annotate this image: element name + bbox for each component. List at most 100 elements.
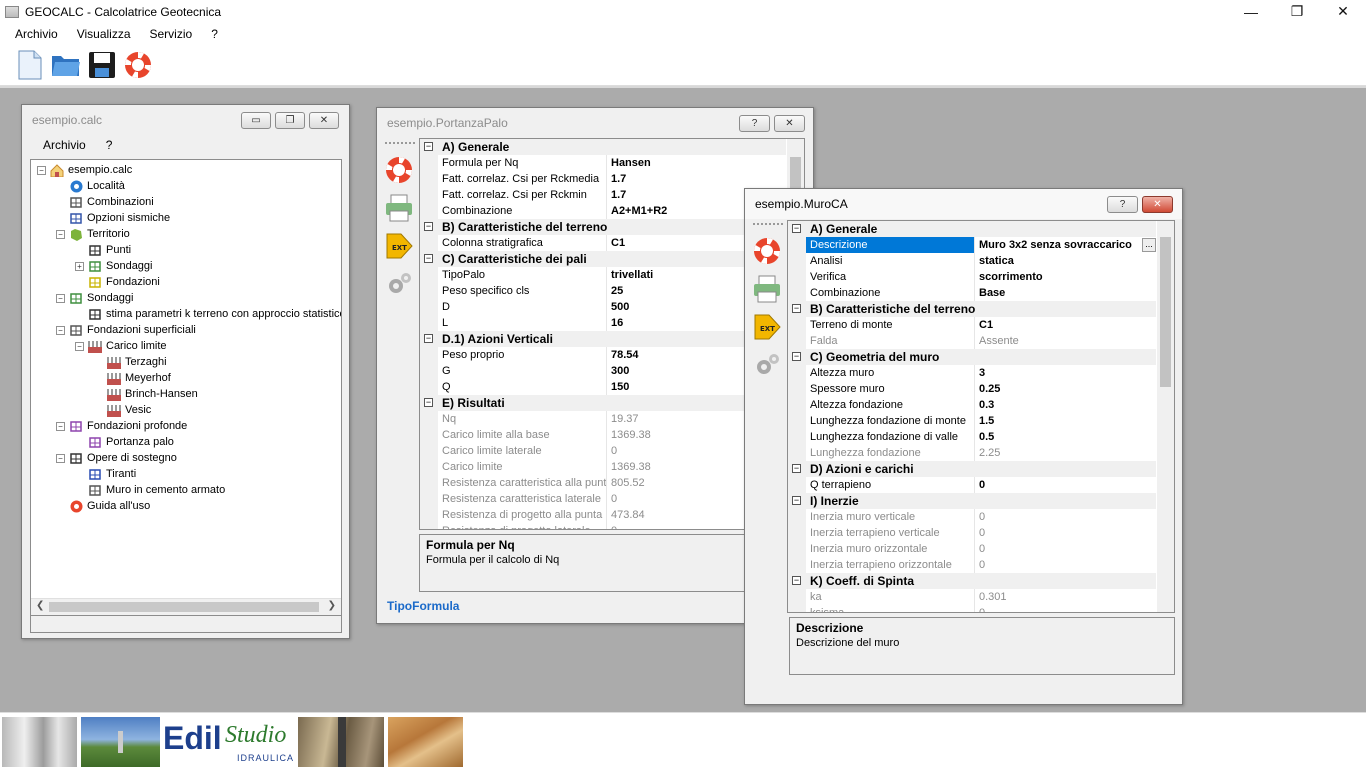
tree-scroll-thumb[interactable] bbox=[49, 602, 319, 612]
property-row[interactable]: Inerzia terrapieno orizzontale 0 bbox=[788, 557, 1156, 573]
property-row[interactable]: Combinazione Base bbox=[788, 285, 1156, 301]
muro-print-tool[interactable] bbox=[751, 273, 783, 305]
tree-expander[interactable]: − bbox=[56, 229, 65, 239]
tree-node[interactable]: − Fondazioni profonde bbox=[56, 418, 187, 434]
property-row[interactable]: Lunghezza fondazione di monte 1.5 bbox=[788, 413, 1156, 429]
property-row[interactable]: Resistenza caratteristica laterale 0 bbox=[420, 491, 786, 507]
property-row[interactable]: L 16 bbox=[420, 315, 786, 331]
property-value[interactable]: Base bbox=[975, 285, 1156, 301]
property-category[interactable]: − A) Generale bbox=[788, 221, 1156, 237]
tree-node[interactable]: Guida all'uso bbox=[56, 498, 150, 514]
property-row[interactable]: Descrizione Muro 3x2 senza sovraccarico..… bbox=[788, 237, 1156, 253]
open-folder-button[interactable] bbox=[50, 50, 81, 81]
category-collapse-icon[interactable]: − bbox=[424, 334, 433, 343]
muro-export-tool[interactable]: EXT bbox=[751, 311, 783, 343]
property-row[interactable]: Altezza fondazione 0.3 bbox=[788, 397, 1156, 413]
property-row[interactable]: Carico limite laterale 0 bbox=[420, 443, 786, 459]
property-category[interactable]: − D) Azioni e carichi bbox=[788, 461, 1156, 477]
tree-node[interactable]: Portanza palo bbox=[75, 434, 174, 450]
property-row[interactable]: Peso specifico cls 25 bbox=[420, 283, 786, 299]
tree-expander[interactable]: − bbox=[75, 341, 84, 351]
palo-export-tool[interactable]: EXT bbox=[383, 230, 415, 262]
property-value[interactable]: 0.5 bbox=[975, 429, 1156, 445]
tree-menu-help[interactable]: ? bbox=[106, 138, 113, 152]
tree-node[interactable]: + Sondaggi bbox=[75, 258, 153, 274]
property-value[interactable]: 0 bbox=[975, 557, 1156, 573]
property-value[interactable]: 0 bbox=[975, 525, 1156, 541]
palo-command-link[interactable]: TipoFormula bbox=[387, 599, 459, 613]
tree-close-button[interactable]: ✕ bbox=[309, 112, 339, 129]
menu-archivio[interactable]: Archivio bbox=[15, 27, 58, 41]
scroll-left-icon[interactable]: ❮ bbox=[36, 600, 44, 611]
property-category[interactable]: − B) Caratteristiche del terreno bbox=[420, 219, 786, 235]
ellipsis-button[interactable]: ... bbox=[1142, 238, 1156, 252]
tree-expander[interactable]: − bbox=[56, 453, 65, 463]
tree-node[interactable]: Opzioni sismiche bbox=[56, 210, 170, 226]
property-row[interactable]: Lunghezza fondazione di valle 0.5 bbox=[788, 429, 1156, 445]
property-value[interactable]: Muro 3x2 senza sovraccarico bbox=[975, 237, 1141, 253]
property-row[interactable]: Inerzia terrapieno verticale 0 bbox=[788, 525, 1156, 541]
property-row[interactable]: Combinazione A2+M1+R2 bbox=[420, 203, 786, 219]
property-row[interactable]: Carico limite 1369.38 bbox=[420, 459, 786, 475]
palo-settings-tool[interactable] bbox=[383, 268, 415, 300]
property-row[interactable]: Terreno di monte C1 bbox=[788, 317, 1156, 333]
tree-node[interactable]: Meyerhof bbox=[94, 370, 171, 386]
tree-node[interactable]: Punti bbox=[75, 242, 131, 258]
property-row[interactable]: Analisi statica bbox=[788, 253, 1156, 269]
tree-node[interactable]: Brinch-Hansen bbox=[94, 386, 198, 402]
property-row[interactable]: Resistenza di progetto laterale0 bbox=[420, 523, 786, 529]
palo-help-tool[interactable] bbox=[383, 154, 415, 186]
property-row[interactable]: Nq 19.37 bbox=[420, 411, 786, 427]
property-row[interactable]: Q terrapieno 0 bbox=[788, 477, 1156, 493]
property-value[interactable]: 0.25 bbox=[975, 381, 1156, 397]
category-collapse-icon[interactable]: − bbox=[424, 398, 433, 407]
property-value[interactable]: statica bbox=[975, 253, 1156, 269]
category-collapse-icon[interactable]: − bbox=[792, 224, 801, 233]
tree-node[interactable]: stima parametri k terreno con approccio … bbox=[75, 306, 341, 322]
property-value[interactable]: 0 bbox=[975, 541, 1156, 557]
property-row[interactable]: Formula per Nq Hansen bbox=[420, 155, 786, 171]
property-value[interactable]: 1.5 bbox=[975, 413, 1156, 429]
tree-node[interactable]: Tiranti bbox=[75, 466, 136, 482]
help-button[interactable] bbox=[122, 50, 153, 81]
tree-node[interactable]: − Opere di sostegno bbox=[56, 450, 177, 466]
tree-expander[interactable]: + bbox=[75, 261, 84, 271]
property-value[interactable]: 0.3 bbox=[975, 397, 1156, 413]
property-row[interactable]: Colonna stratigrafica C1 bbox=[420, 235, 786, 251]
property-category[interactable]: − D.1) Azioni Verticali bbox=[420, 331, 786, 347]
property-value[interactable]: Hansen bbox=[607, 155, 786, 171]
tree-horizontal-scrollbar[interactable]: ❮ ❯ bbox=[31, 598, 341, 615]
property-row[interactable]: Falda Assente bbox=[788, 333, 1156, 349]
tree-node[interactable]: Località bbox=[56, 178, 125, 194]
property-row[interactable]: Verifica scorrimento bbox=[788, 269, 1156, 285]
tree-minimize-button[interactable]: ▭ bbox=[241, 112, 271, 129]
property-category[interactable]: − I) Inerzie bbox=[788, 493, 1156, 509]
property-row[interactable]: Inerzia muro orizzontale 0 bbox=[788, 541, 1156, 557]
scroll-right-icon[interactable]: ❯ bbox=[328, 600, 336, 611]
category-collapse-icon[interactable]: − bbox=[424, 142, 433, 151]
property-value[interactable]: 0 bbox=[975, 509, 1156, 525]
tree-node[interactable]: − esempio.calc bbox=[37, 162, 132, 178]
property-value[interactable]: 0 bbox=[975, 477, 1156, 493]
property-category[interactable]: − C) Caratteristiche dei pali bbox=[420, 251, 786, 267]
close-button[interactable]: ✕ bbox=[1320, 0, 1366, 23]
tree-menu-archivio[interactable]: Archivio bbox=[43, 138, 86, 152]
category-collapse-icon[interactable]: − bbox=[792, 352, 801, 361]
property-row[interactable]: G 300 bbox=[420, 363, 786, 379]
palo-print-tool[interactable] bbox=[383, 192, 415, 224]
property-row[interactable]: Carico limite alla base 1369.38 bbox=[420, 427, 786, 443]
property-row[interactable]: Altezza muro 3 bbox=[788, 365, 1156, 381]
palo-close-button[interactable]: ✕ bbox=[774, 115, 805, 132]
property-row[interactable]: Inerzia muro verticale 0 bbox=[788, 509, 1156, 525]
property-row[interactable]: Fatt. correlaz. Csi per Rckmin 1.7 bbox=[420, 187, 786, 203]
maximize-button[interactable]: ❐ bbox=[1274, 0, 1320, 23]
property-row[interactable]: Lunghezza fondazione 2.25 bbox=[788, 445, 1156, 461]
tree-node[interactable]: Terzaghi bbox=[94, 354, 167, 370]
property-row[interactable]: Resistenza di progetto alla punta 473.84 bbox=[420, 507, 786, 523]
property-value[interactable]: C1 bbox=[975, 317, 1156, 333]
new-file-button[interactable] bbox=[14, 50, 45, 81]
property-row[interactable]: Q 150 bbox=[420, 379, 786, 395]
tree-restore-button[interactable]: ❐ bbox=[275, 112, 305, 129]
property-category[interactable]: − C) Geometria del muro bbox=[788, 349, 1156, 365]
property-row[interactable]: ka 0.301 bbox=[788, 589, 1156, 605]
